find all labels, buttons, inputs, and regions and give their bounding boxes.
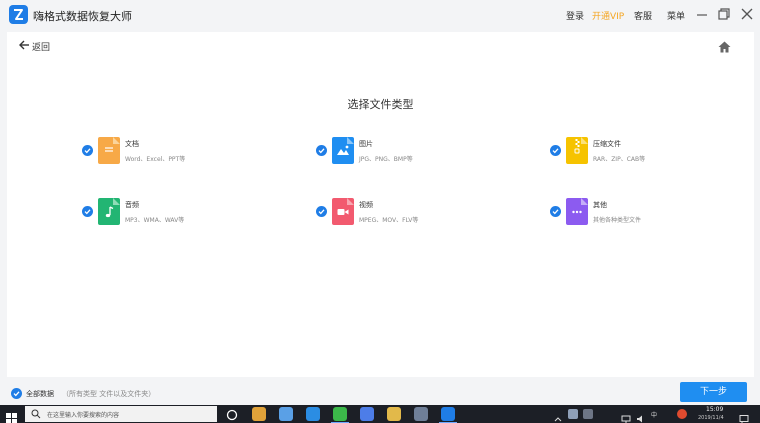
file-type-desc: MPEG、MOV、FLV等 [359, 217, 419, 224]
windows-start-icon[interactable] [6, 409, 17, 423]
network-icon[interactable] [621, 409, 631, 423]
file-type-audio[interactable]: 音频 MP3、WMA、WAV等 [82, 198, 252, 232]
service-link[interactable]: 客服 [634, 9, 652, 22]
back-label: 返回 [32, 43, 51, 53]
file-type-name: 文档 [125, 140, 139, 148]
wechat-icon[interactable] [331, 407, 349, 423]
app-title: 嗨格式数据恢复大师 [33, 10, 132, 23]
file-type-name: 音频 [125, 201, 139, 209]
edge-icon[interactable] [306, 407, 320, 421]
chevron-up-icon[interactable] [553, 409, 563, 422]
file-type-name: 压缩文件 [593, 140, 621, 148]
file-type-image[interactable]: 图片 JPG、PNG、BMP等 [316, 137, 486, 171]
file-type-document[interactable]: 文档 Word、Excel、PPT等 [82, 137, 252, 171]
tray-app-icon[interactable] [677, 409, 687, 419]
close-icon[interactable] [739, 6, 755, 22]
windows-taskbar: 在这里输入你要搜索的内容 中 15:09 2019/11/4 [0, 405, 760, 423]
vip-link[interactable]: 开通VIP [592, 9, 624, 22]
all-data-label: 全部数据 [26, 390, 54, 398]
file-type-archive[interactable]: 压缩文件 RAR、ZIP、CAB等 [550, 137, 720, 171]
recovery-app-icon[interactable] [439, 407, 457, 423]
app-window: 嗨格式数据恢复大师 登录 开通VIP 客服 菜单 返回 选择文件类型 文档 Wo… [0, 0, 760, 405]
minimize-icon[interactable] [694, 6, 710, 22]
clock-date[interactable]: 2019/11/4 [698, 415, 724, 421]
search-placeholder: 在这里输入你要搜索的内容 [47, 412, 120, 419]
app-icon[interactable] [360, 407, 374, 421]
checked-icon[interactable] [316, 206, 327, 217]
task-view-icon[interactable] [225, 407, 239, 421]
checked-icon[interactable] [550, 145, 561, 156]
file-type-name: 图片 [359, 140, 373, 148]
home-icon[interactable] [718, 38, 731, 53]
chrome-icon[interactable] [252, 407, 266, 421]
taskbar-search[interactable]: 在这里输入你要搜索的内容 [25, 406, 217, 422]
all-data-checkbox[interactable] [11, 388, 22, 399]
browser-icon[interactable] [279, 407, 293, 421]
file-type-desc: JPG、PNG、BMP等 [359, 156, 413, 163]
file-type-video[interactable]: 视频 MPEG、MOV、FLV等 [316, 198, 486, 232]
other-icon [566, 198, 588, 225]
app-logo-icon [9, 5, 28, 24]
file-type-desc: 其他各种类型文件 [593, 217, 642, 224]
file-type-desc: RAR、ZIP、CAB等 [593, 156, 646, 163]
tray-app-icon[interactable] [583, 409, 593, 419]
title-bar: 嗨格式数据恢复大师 登录 开通VIP 客服 菜单 [0, 0, 760, 30]
checked-icon[interactable] [316, 145, 327, 156]
file-type-other[interactable]: 其他 其他各种类型文件 [550, 198, 720, 232]
main-panel: 返回 选择文件类型 文档 Word、Excel、PPT等 图片 JPG、PNG、… [7, 32, 754, 377]
file-explorer-icon[interactable] [387, 407, 401, 421]
document-icon [98, 137, 120, 164]
checked-icon[interactable] [550, 206, 561, 217]
login-link[interactable]: 登录 [566, 9, 584, 22]
all-data-note: （所有类型 文件以及文件夹） [62, 390, 156, 398]
audio-icon [98, 198, 120, 225]
mic-icon[interactable] [568, 409, 578, 419]
search-icon [31, 409, 41, 419]
notification-icon[interactable] [739, 409, 749, 423]
zip-icon [566, 137, 588, 164]
page-heading: 选择文件类型 [347, 98, 414, 111]
video-icon [332, 198, 354, 225]
checked-icon[interactable] [82, 145, 93, 156]
ime-indicator[interactable]: 中 [651, 410, 657, 419]
checked-icon[interactable] [82, 206, 93, 217]
file-type-name: 视频 [359, 201, 373, 209]
volume-icon[interactable] [636, 409, 646, 423]
app-icon[interactable] [414, 407, 428, 421]
file-type-desc: Word、Excel、PPT等 [125, 156, 186, 163]
file-type-desc: MP3、WMA、WAV等 [125, 217, 185, 224]
menu-link[interactable]: 菜单 [667, 9, 685, 22]
arrow-left-icon [19, 40, 29, 50]
file-type-name: 其他 [593, 201, 607, 209]
restore-icon[interactable] [716, 6, 732, 22]
image-icon [332, 137, 354, 164]
clock-time[interactable]: 15:09 [706, 406, 723, 413]
next-button[interactable]: 下一步 [680, 382, 747, 402]
